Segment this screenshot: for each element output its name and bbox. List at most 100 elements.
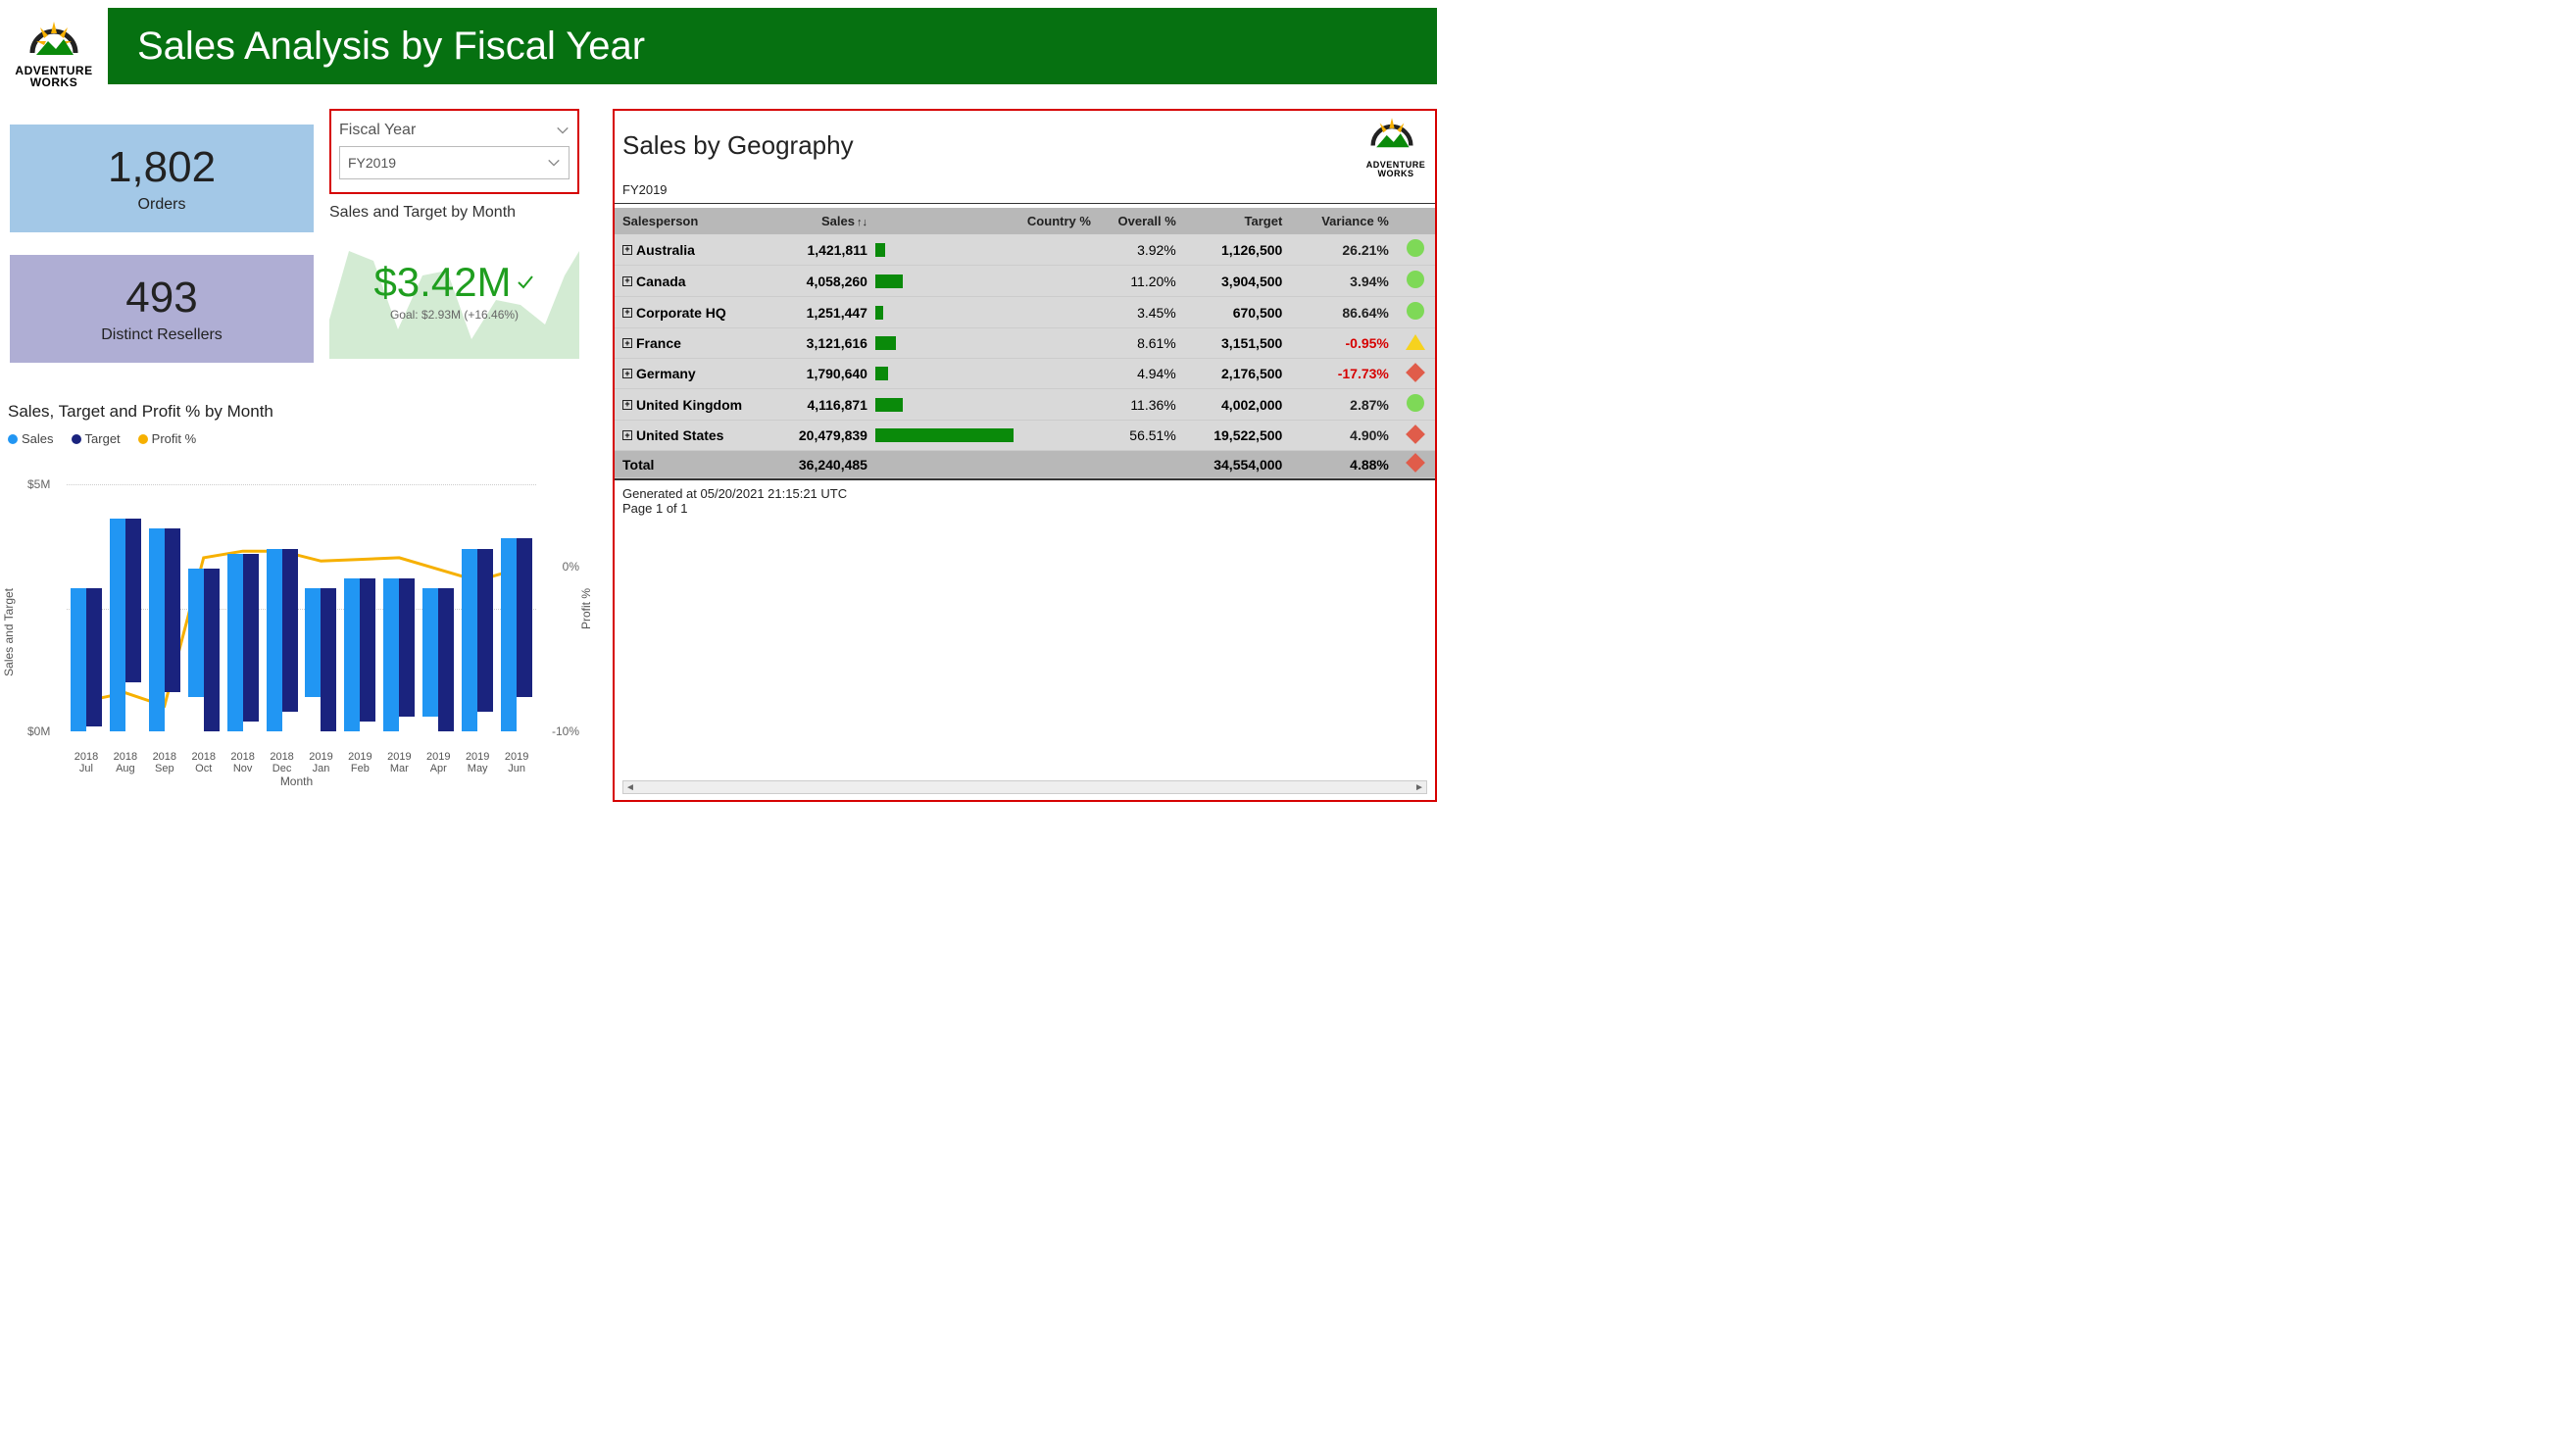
x-tick: 2018Sep xyxy=(145,751,184,774)
table-row[interactable]: +United Kingdom4,116,87111.36%4,002,0002… xyxy=(615,389,1435,421)
expand-icon[interactable]: + xyxy=(622,430,632,440)
col-variance[interactable]: Variance % xyxy=(1290,208,1397,234)
bar-group[interactable] xyxy=(149,528,180,731)
expand-icon[interactable]: + xyxy=(622,245,632,255)
kpi-alert-icon xyxy=(1407,363,1426,382)
horizontal-scrollbar[interactable]: ◄ ► xyxy=(622,780,1427,794)
chart-legend: Sales Target Profit % xyxy=(8,431,196,446)
y-left-max: $5M xyxy=(27,477,50,491)
bar-group[interactable] xyxy=(462,549,493,731)
kpi-green-icon xyxy=(1407,271,1424,288)
x-tick: 2018Dec xyxy=(263,751,302,774)
bar-group[interactable] xyxy=(383,578,415,731)
kpi-resellers-label: Distinct Resellers xyxy=(101,326,223,344)
chevron-down-icon[interactable] xyxy=(547,156,561,170)
y-left-title: Sales and Target xyxy=(2,588,16,676)
x-tick: 2019Mar xyxy=(379,751,419,774)
logo-text-2: WORKS xyxy=(30,75,78,89)
bar-group[interactable] xyxy=(305,588,336,731)
bar-group[interactable] xyxy=(110,519,141,731)
y-right-mid: 0% xyxy=(563,560,579,574)
region-name: Germany xyxy=(636,366,696,381)
matrix-table[interactable]: Salesperson Sales↑↓ Country % Overall % … xyxy=(615,208,1435,478)
logo: ADVENTUREWORKS xyxy=(10,8,98,96)
check-icon xyxy=(516,273,535,292)
bar-group[interactable] xyxy=(227,554,259,731)
chevron-down-icon[interactable] xyxy=(556,124,570,137)
x-tick: 2018Aug xyxy=(106,751,145,774)
x-tick: 2019Feb xyxy=(340,751,379,774)
sales-by-geography-matrix[interactable]: Sales by Geography ADVENTUREWORKS FY2019… xyxy=(613,109,1437,802)
scroll-right-icon[interactable]: ► xyxy=(1412,782,1426,793)
bar-group[interactable] xyxy=(267,549,298,731)
col-target[interactable]: Target xyxy=(1184,208,1291,234)
table-row[interactable]: +Australia1,421,8113.92%1,126,50026.21% xyxy=(615,234,1435,266)
kpi-orders-value: 1,802 xyxy=(108,143,216,192)
fiscal-year-slicer[interactable]: Fiscal Year FY2019 xyxy=(329,109,579,194)
bar-group[interactable] xyxy=(422,588,454,731)
kpi-sales-title: Sales and Target by Month xyxy=(329,204,579,222)
kpi-resellers-card[interactable]: 493 Distinct Resellers xyxy=(10,255,314,363)
col-overall[interactable]: Overall % xyxy=(1099,208,1184,234)
slicer-dropdown[interactable]: FY2019 xyxy=(339,146,570,179)
legend-profit: Profit % xyxy=(152,431,197,446)
table-row[interactable]: +Corporate HQ1,251,4473.45%670,50086.64% xyxy=(615,297,1435,328)
x-tick: 2019Jan xyxy=(302,751,341,774)
kpi-sales-value: $3.42M xyxy=(373,259,511,306)
expand-icon[interactable]: + xyxy=(622,308,632,318)
bar-group[interactable] xyxy=(344,578,375,731)
slicer-title: Fiscal Year xyxy=(339,122,416,139)
x-tick: 2019Jun xyxy=(497,751,536,774)
col-salesperson[interactable]: Salesperson xyxy=(615,208,774,234)
total-row: Total36,240,48534,554,0004.88% xyxy=(615,451,1435,478)
y-right-title: Profit % xyxy=(579,588,593,629)
kpi-alert-icon xyxy=(1407,453,1426,473)
legend-sales: Sales xyxy=(22,431,54,446)
kpi-orders-card[interactable]: 1,802 Orders xyxy=(10,125,314,232)
table-row[interactable]: +Canada4,058,26011.20%3,904,5003.94% xyxy=(615,266,1435,297)
table-row[interactable]: +United States20,479,83956.51%19,522,500… xyxy=(615,421,1435,451)
col-sales-bar[interactable] xyxy=(875,208,1014,234)
region-name: Corporate HQ xyxy=(636,305,726,321)
header-banner: Sales Analysis by Fiscal Year xyxy=(108,8,1437,84)
bar-group[interactable] xyxy=(501,538,532,731)
slicer-selected: FY2019 xyxy=(348,155,396,171)
y-right-low: -10% xyxy=(552,724,579,738)
kpi-orders-label: Orders xyxy=(138,196,186,214)
col-sales[interactable]: Sales↑↓ xyxy=(774,208,875,234)
col-country[interactable]: Country % xyxy=(1014,208,1099,234)
sort-icon: ↑↓ xyxy=(857,217,867,228)
matrix-title: Sales by Geography xyxy=(622,130,854,161)
legend-target: Target xyxy=(85,431,121,446)
matrix-logo: ADVENTUREWORKS xyxy=(1364,113,1427,178)
chart-title: Sales, Target and Profit % by Month xyxy=(8,402,273,422)
table-row[interactable]: +Germany1,790,6404.94%2,176,500-17.73% xyxy=(615,359,1435,389)
footer-page: Page 1 of 1 xyxy=(622,501,1427,516)
kpi-warning-icon xyxy=(1406,334,1425,350)
kpi-sales-goal: Goal: $2.93M (+16.46%) xyxy=(390,308,519,322)
combo-chart[interactable]: Sales and Target $5M $0M Profit % 0% -10… xyxy=(0,461,593,784)
col-kpi xyxy=(1397,208,1435,234)
region-name: Australia xyxy=(636,242,695,258)
x-tick: 2019May xyxy=(458,751,497,774)
x-axis-title: Month xyxy=(0,774,593,788)
region-name: France xyxy=(636,335,681,351)
expand-icon[interactable]: + xyxy=(622,400,632,410)
bar-group[interactable] xyxy=(71,588,102,731)
kpi-resellers-value: 493 xyxy=(125,274,197,323)
table-row[interactable]: +France3,121,6168.61%3,151,500-0.95% xyxy=(615,328,1435,359)
x-tick: 2019Apr xyxy=(419,751,458,774)
y-left-min: $0M xyxy=(27,724,50,738)
kpi-sales-target-card[interactable]: Sales and Target by Month $3.42M Goal: $… xyxy=(329,204,579,371)
expand-icon[interactable]: + xyxy=(622,369,632,378)
kpi-green-icon xyxy=(1407,302,1424,320)
expand-icon[interactable]: + xyxy=(622,338,632,348)
x-tick: 2018Nov xyxy=(223,751,263,774)
region-name: United Kingdom xyxy=(636,397,742,413)
expand-icon[interactable]: + xyxy=(622,276,632,286)
x-tick: 2018Jul xyxy=(67,751,106,774)
region-name: United States xyxy=(636,427,723,443)
bar-group[interactable] xyxy=(188,569,220,731)
scroll-left-icon[interactable]: ◄ xyxy=(623,782,637,793)
region-name: Canada xyxy=(636,274,686,289)
